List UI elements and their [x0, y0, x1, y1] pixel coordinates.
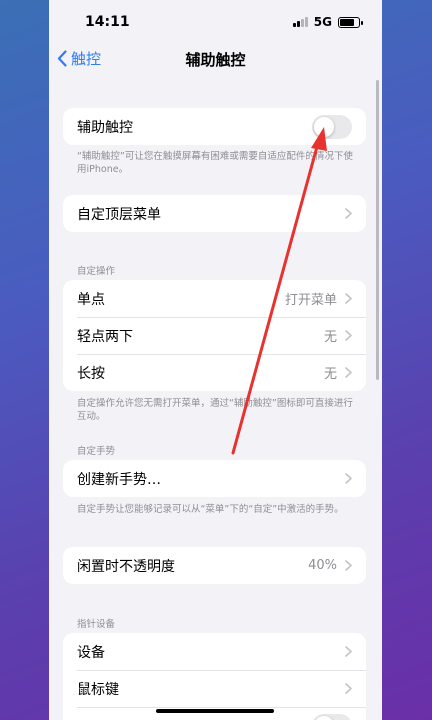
chevron-right-icon: [345, 330, 352, 341]
custom-actions-footnote: 自定操作允许您无需打开菜单，通过“辅助触控”图标即可直接进行互动。: [77, 398, 353, 422]
toggle-knob: [314, 116, 334, 137]
idle-opacity-row[interactable]: 闲置时不透明度 40%: [63, 547, 366, 584]
chevron-right-icon: [345, 208, 352, 219]
network-type: 5G: [313, 15, 332, 29]
custom-actions-group: 单点 打开菜单 轻点两下 无 长按 无: [63, 280, 366, 391]
chevron-right-icon: [345, 560, 352, 571]
devices-row[interactable]: 设备: [63, 633, 366, 670]
page-title: 辅助触控: [185, 51, 246, 69]
status-indicators: 5G: [292, 15, 363, 29]
top-menu-group: 自定顶层菜单: [63, 195, 366, 232]
chevron-right-icon: [345, 683, 352, 694]
chevron-right-icon: [345, 293, 352, 304]
assistive-touch-description: “辅助触控”可让您在触摸屏幕有困难或需要自适应配件的情况下使用iPhone。: [77, 151, 353, 175]
idle-opacity-value: 40%: [308, 558, 337, 573]
customize-top-menu-label: 自定顶层菜单: [77, 206, 161, 223]
action-value: 无: [323, 367, 337, 382]
chevron-right-icon: [345, 646, 352, 657]
action-row-long-press[interactable]: 长按 无: [63, 354, 366, 391]
home-indicator[interactable]: [156, 709, 274, 713]
action-row-double-tap[interactable]: 轻点两下 无: [63, 317, 366, 354]
devices-label: 设备: [77, 644, 105, 661]
customize-top-menu-row[interactable]: 自定顶层菜单: [63, 195, 366, 232]
scroll-indicator[interactable]: [376, 80, 379, 380]
phone-screen: 14:11 5G 触控 辅助触控 辅助触控 “辅助触控”可让您在触摸屏幕有困难或…: [49, 0, 382, 720]
pointer-devices-header: 指针设备: [77, 619, 116, 630]
action-value: 无: [323, 330, 337, 345]
assistive-touch-label: 辅助触控: [77, 119, 133, 136]
mouse-keys-row[interactable]: 鼠标键: [63, 670, 366, 707]
status-time: 14:11: [85, 14, 130, 30]
action-value: 打开菜单: [284, 293, 337, 308]
custom-gestures-group: 创建新手势…: [63, 460, 366, 497]
action-label: 轻点两下: [77, 328, 133, 345]
status-bar: 14:11 5G: [49, 0, 382, 44]
custom-gestures-footnote: 自定手势让您能够记录可以从“菜单”下的“自定”中激活的手势。: [77, 504, 344, 515]
chevron-right-icon: [345, 367, 352, 378]
partial-toggle[interactable]: [312, 713, 352, 720]
navigation-bar: 触控 辅助触控: [49, 44, 382, 74]
create-gesture-row[interactable]: 创建新手势…: [63, 460, 366, 497]
action-row-single-tap[interactable]: 单点 打开菜单: [63, 280, 366, 317]
action-label: 单点: [77, 291, 105, 308]
idle-opacity-group: 闲置时不透明度 40%: [63, 547, 366, 584]
custom-actions-header: 自定操作: [77, 266, 116, 277]
mouse-keys-label: 鼠标键: [77, 681, 119, 698]
pointer-devices-group: 设备 鼠标键: [63, 633, 366, 720]
toggle-knob: [314, 715, 334, 720]
assistive-touch-row: 辅助触控: [63, 108, 366, 145]
create-gesture-label: 创建新手势…: [77, 471, 161, 488]
cellular-signal-icon: [292, 17, 308, 27]
battery-icon: [338, 16, 363, 28]
action-label: 长按: [77, 365, 105, 382]
custom-gestures-header: 自定手势: [77, 446, 116, 457]
assistive-touch-group: 辅助触控: [63, 108, 366, 145]
idle-opacity-label: 闲置时不透明度: [77, 558, 175, 575]
assistive-touch-toggle[interactable]: [312, 114, 352, 139]
chevron-right-icon: [345, 473, 352, 484]
